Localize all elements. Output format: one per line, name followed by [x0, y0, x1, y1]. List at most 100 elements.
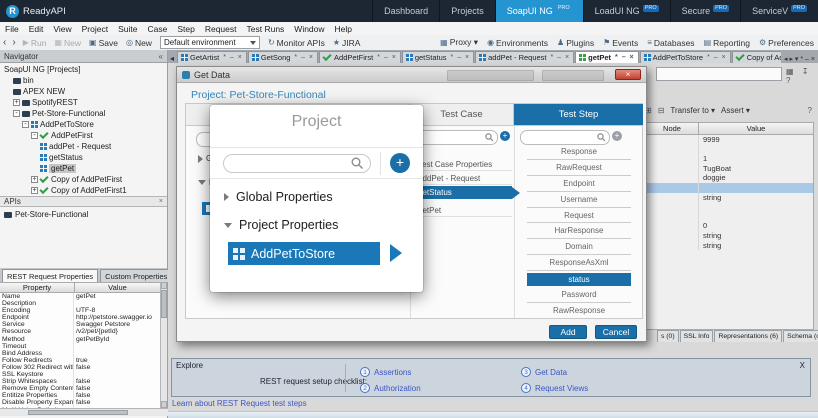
test-step-item-domain[interactable]: Domain	[527, 239, 631, 255]
dialog-titlebar[interactable]: Get Data ×	[177, 67, 646, 83]
doc-tab-getartist[interactable]: GetArtist* – ×	[177, 51, 247, 63]
property-row[interactable]: Disable Property Expansi...false	[0, 399, 161, 406]
tree-item-getpet[interactable]: getPet	[0, 163, 167, 174]
product-tab-loadui-ng[interactable]: LoadUI NGPRO	[583, 0, 670, 22]
product-tab-secure[interactable]: SecurePRO	[670, 0, 740, 22]
proxy-button[interactable]: ▦Proxy ▾	[436, 37, 482, 48]
endpoint-input[interactable]	[656, 67, 782, 81]
navigator-hscrollbar[interactable]	[0, 408, 168, 416]
property-row[interactable]: EncodingUTF-8	[0, 307, 161, 314]
property-row[interactable]: Description	[0, 300, 161, 307]
tree-item-bin[interactable]: bin	[0, 75, 167, 86]
outline-row[interactable]: string	[646, 231, 813, 241]
outline-row[interactable]: TugBoat	[646, 164, 813, 174]
test-step-item-rawrequest[interactable]: RawRequest	[527, 160, 631, 176]
test-step-item-response[interactable]: Response	[527, 144, 631, 160]
doc-tab-getsong[interactable]: GetSong* – ×	[248, 51, 318, 63]
tree-item-spotifyrest[interactable]: +SpotifyREST	[0, 97, 167, 108]
test-step-item-rawresponse[interactable]: RawResponse	[527, 303, 631, 319]
collapse-icon[interactable]: -	[13, 110, 20, 117]
save-button[interactable]: ▣Save	[85, 38, 122, 48]
collapse-icon[interactable]: -	[31, 132, 38, 139]
menu-test-runs[interactable]: Test Runs	[242, 24, 290, 34]
checklist-link[interactable]: Request Views	[535, 384, 588, 393]
scrollbar-thumb[interactable]	[161, 290, 167, 318]
expand-icon[interactable]: +	[13, 99, 20, 106]
doc-tab-getpet[interactable]: getPet* – ×	[575, 51, 639, 63]
product-tab-dashboard[interactable]: Dashboard	[372, 0, 439, 22]
tree-item-addpettostore[interactable]: -AddPetToStore	[0, 119, 167, 130]
tab-rest-request-properties[interactable]: REST Request Properties	[2, 269, 98, 282]
node-column-header[interactable]: Node	[646, 123, 699, 134]
product-tab-servicev[interactable]: ServiceVPRO	[740, 0, 818, 22]
project-properties-section[interactable]: Project Properties	[224, 218, 338, 232]
back-icon[interactable]: ‹	[0, 37, 9, 48]
doc-tab-addpet-request[interactable]: addPet - Request* – ×	[475, 51, 574, 63]
cancel-button[interactable]: Cancel	[595, 325, 637, 339]
test-step-column-header[interactable]: Test Step	[514, 104, 643, 126]
menu-step[interactable]: Step	[172, 24, 200, 34]
test-step-item-password[interactable]: Password	[527, 287, 631, 303]
add-button[interactable]: Add	[549, 325, 587, 339]
addpettostore-item[interactable]: AddPetToStore	[228, 242, 380, 265]
tree-item-copy-of-addpetfirst1[interactable]: +Copy of AddPetFirst1	[0, 185, 167, 196]
global-properties-section[interactable]: Global Properties	[224, 190, 333, 204]
outline-row[interactable]: 9999	[646, 135, 813, 145]
property-row[interactable]: Remove Empty Contentfalse	[0, 385, 161, 392]
doc-tab-addpettostore[interactable]: AddPetToStore* – ×	[640, 51, 731, 63]
property-row[interactable]: Resource/v2/pet/{petId}	[0, 328, 161, 335]
menu-case[interactable]: Case	[142, 24, 172, 34]
property-row[interactable]: Entitize Propertiesfalse	[0, 392, 161, 399]
test-case-item-addpet-request[interactable]: addPet - Request	[412, 172, 512, 185]
environments-button[interactable]: ◉Environments	[483, 38, 552, 48]
property-row[interactable]: Bind Address	[0, 350, 161, 357]
plugins-button[interactable]: ♟Plugins	[553, 38, 598, 48]
menu-help[interactable]: Help	[330, 24, 357, 34]
tab-controls[interactable]: * – ×	[615, 54, 635, 61]
property-row[interactable]: NamegetPet	[0, 293, 161, 300]
menu-file[interactable]: File	[0, 24, 24, 34]
apis-close-icon[interactable]: ×	[159, 198, 163, 205]
checklist-item-assertions[interactable]: 1Assertions	[360, 367, 411, 377]
tab-schema-conflicts[interactable]: Schema (conflicts)	[783, 330, 818, 342]
product-tab-projects[interactable]: Projects	[439, 0, 495, 22]
test-case-search-input[interactable]	[414, 130, 498, 145]
menu-window[interactable]: Window	[289, 24, 329, 34]
api-item-pet-store-functional[interactable]: Pet-Store-Functional	[0, 209, 167, 220]
learn-link[interactable]: Learn about REST Request test steps	[172, 399, 307, 408]
databases-button[interactable]: ≡Databases	[643, 38, 698, 48]
outline-row[interactable]: string	[646, 193, 813, 203]
tab-controls[interactable]: * – ×	[451, 54, 471, 61]
doc-tab-copy-of-addpetfirst1[interactable]: Copy of AddPetFirst1* – ×	[732, 51, 781, 63]
checklist-link[interactable]: Get Data	[535, 368, 567, 377]
menu-edit[interactable]: Edit	[24, 24, 49, 34]
checklist-item-request-views[interactable]: 4Request Views	[521, 383, 588, 393]
forward-icon[interactable]: ›	[9, 37, 18, 48]
expand-icon[interactable]: +	[31, 187, 38, 194]
menu-project[interactable]: Project	[77, 24, 113, 34]
test-step-item-request[interactable]: Request	[527, 208, 631, 224]
outline-row[interactable]: 1	[646, 154, 813, 164]
expand-icon[interactable]: +	[31, 176, 38, 183]
tree-item-soapui-ng-projects[interactable]: SoapUI NG [Projects]	[0, 64, 167, 75]
tab-controls[interactable]: * – ×	[551, 54, 571, 61]
tab-scroll-left-icon[interactable]: ◂	[168, 54, 176, 63]
url-bar-icons[interactable]: ▦ ↧ ?	[786, 67, 818, 85]
collapse-panel-icon[interactable]: «	[159, 52, 163, 61]
checklist-item-get-data[interactable]: 3Get Data	[521, 367, 567, 377]
tab-strip-controls[interactable]: ◂ ▸ ▾ * – ×	[781, 55, 818, 63]
property-row[interactable]: Endpointhttp://petstore.swagger.io	[0, 314, 161, 321]
property-row[interactable]: Follow 302 Redirect with...false	[0, 364, 161, 371]
value-column-header[interactable]: Value	[75, 283, 160, 292]
tree-item-pet-store-functional[interactable]: -Pet-Store-Functional	[0, 108, 167, 119]
test-step-item-status[interactable]: status	[527, 273, 631, 286]
menu-request[interactable]: Request	[200, 24, 242, 34]
test-step-item-username[interactable]: Username	[527, 192, 631, 208]
tree-item-addpetfirst[interactable]: -AddPetFirst	[0, 130, 167, 141]
test-case-item-getpet[interactable]: getPet	[412, 204, 512, 217]
properties-scrollbar[interactable]	[160, 282, 167, 408]
tab-controls[interactable]: * – ×	[707, 54, 727, 61]
tab-s-0[interactable]: s (0)	[657, 330, 679, 342]
property-row[interactable]: SSL Keystore	[0, 371, 161, 378]
property-row[interactable]: Timeout	[0, 343, 161, 350]
